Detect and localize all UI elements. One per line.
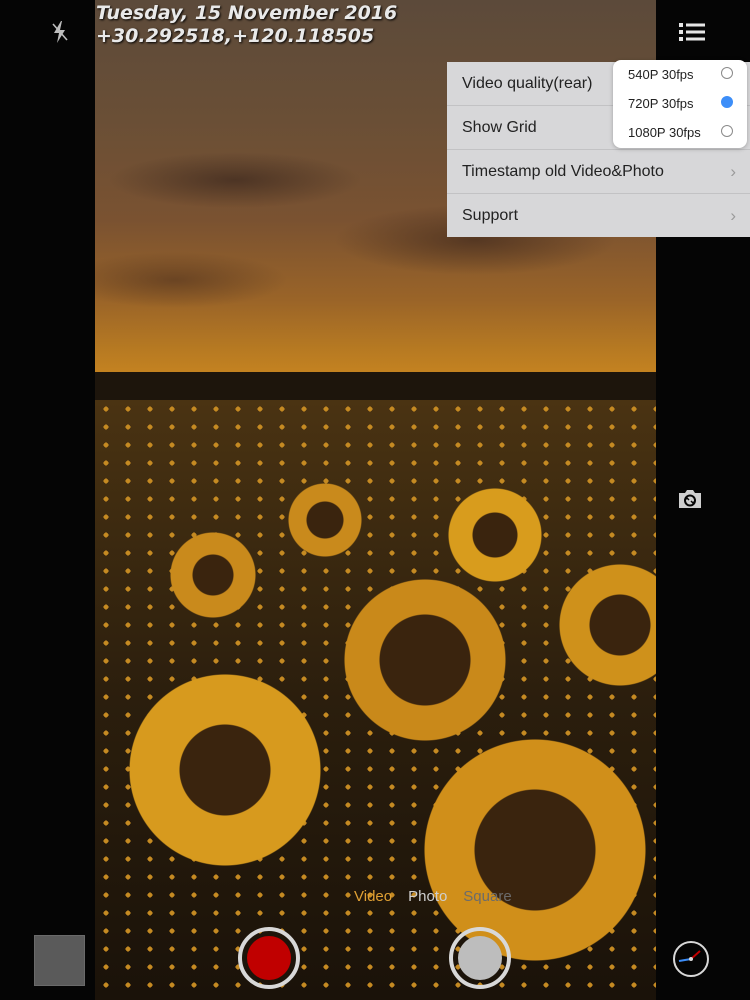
video-quality-popover: 540P 30fps 720P 30fps 1080P 30fps [613,60,747,148]
radio-icon[interactable] [721,125,733,137]
record-button[interactable] [238,927,300,989]
menu-item-label: Support [462,206,519,224]
sunflower-field [95,400,656,1000]
record-dot [247,936,291,980]
switch-camera-icon[interactable] [676,486,704,512]
left-sidebar [0,0,95,1000]
menu-item-label: Timestamp old Video&Photo [462,162,664,180]
treeline [95,372,656,402]
chevron-right-icon: › [730,162,736,181]
menu-item-timestamp-old[interactable]: Timestamp old Video&Photo › [447,150,750,194]
gallery-thumbnail[interactable] [34,935,85,986]
radio-selected-icon[interactable] [721,96,733,108]
list-menu-icon[interactable] [679,22,705,42]
capture-mode-selector: Video Photo Square [354,888,512,905]
quality-option-1080p[interactable]: 1080P 30fps [613,118,747,147]
flash-off-icon[interactable] [50,20,70,44]
quality-option-540p[interactable]: 540P 30fps [613,60,747,89]
gauge-icon[interactable] [671,939,711,979]
quality-option-label: 540P 30fps [628,67,694,82]
radio-icon[interactable] [721,67,733,79]
menu-item-support[interactable]: Support › [447,194,750,237]
mode-photo[interactable]: Photo [408,888,447,905]
quality-option-label: 720P 30fps [628,96,694,111]
gps-coordinates: +30.292518,+120.118505 [96,25,375,47]
quality-option-720p[interactable]: 720P 30fps [613,89,747,118]
menu-item-label: Video quality(rear) [462,74,593,92]
menu-item-label: Show Grid [462,118,537,136]
timestamp-date: Tuesday, 15 November 2016 [96,2,398,24]
mode-square[interactable]: Square [463,888,511,905]
quality-option-label: 1080P 30fps [628,125,701,140]
chevron-right-icon: › [730,206,736,225]
shutter-center [458,936,502,980]
mode-video[interactable]: Video [354,888,392,905]
shutter-button[interactable] [449,927,511,989]
